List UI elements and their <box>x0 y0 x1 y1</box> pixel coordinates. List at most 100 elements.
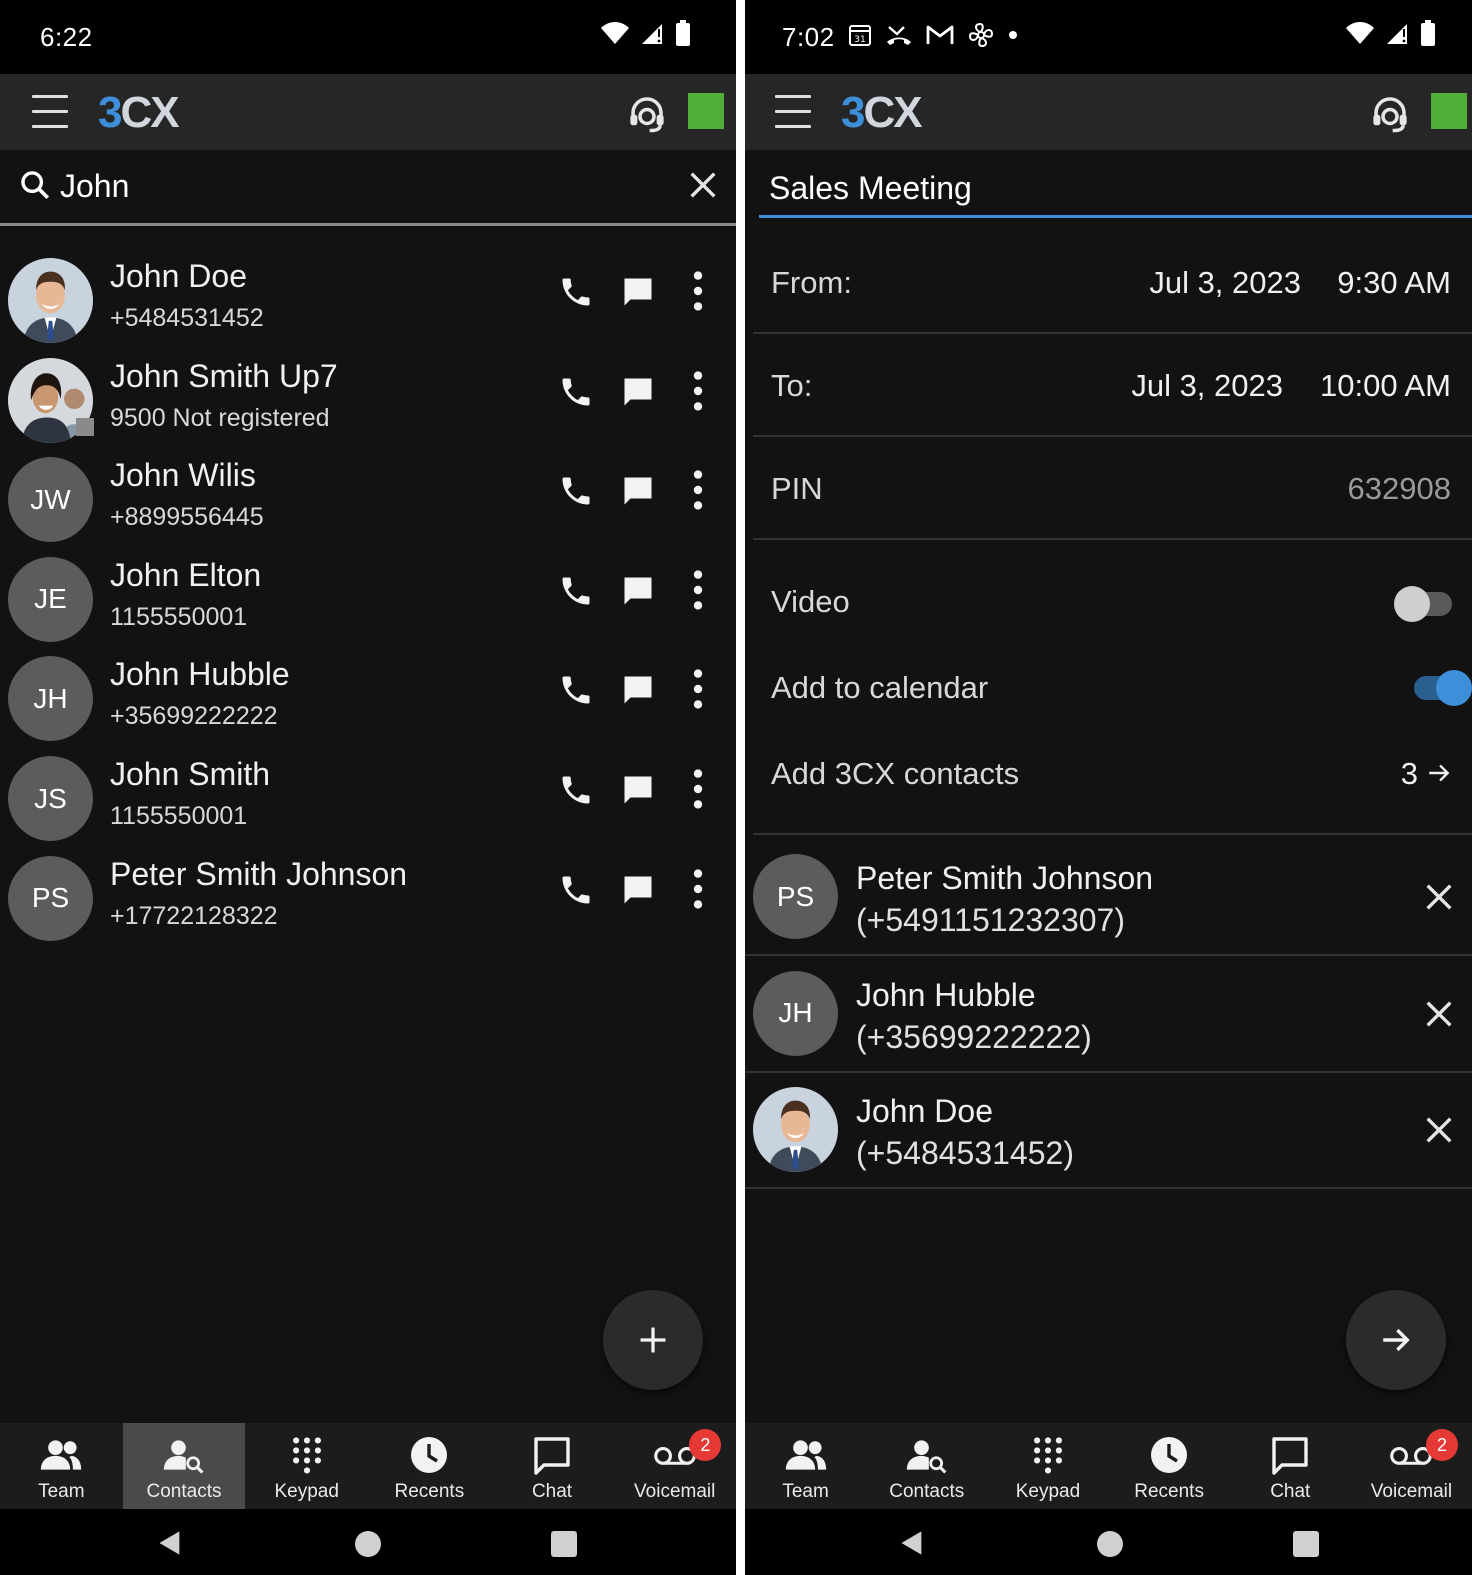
avatar: JS <box>8 756 93 841</box>
contact-name: John Smith Up7 <box>110 357 338 394</box>
fan-icon <box>968 22 994 48</box>
more-notifications-icon <box>1009 31 1017 39</box>
calendar-toggle[interactable] <box>1410 668 1472 708</box>
phone-icon[interactable] <box>558 672 594 708</box>
chat-icon[interactable] <box>620 274 656 310</box>
contact-row[interactable]: John Smith Up7 9500 Not registered <box>0 348 736 447</box>
nav-voicemail[interactable]: Voicemail 2 <box>613 1423 736 1509</box>
app-logo: 3CX <box>98 88 180 137</box>
home-icon[interactable] <box>355 1531 381 1557</box>
status-bar: 6:22 <box>0 0 736 74</box>
contact-row[interactable]: PS Peter Smith Johnson +17722128322 <box>0 846 736 945</box>
nav-recents[interactable]: Recents <box>368 1423 491 1509</box>
calendar-label: Add to calendar <box>771 670 989 705</box>
contact-number: +5484531452 <box>110 304 264 332</box>
contact-photo <box>8 258 93 343</box>
search-bar <box>0 150 736 226</box>
nav-team[interactable]: Team <box>745 1423 866 1509</box>
nav-team[interactable]: Team <box>0 1423 123 1509</box>
nav-keypad[interactable]: Keypad <box>245 1423 368 1509</box>
arrow-right-icon[interactable] <box>1426 760 1452 786</box>
chat-icon[interactable] <box>620 672 656 708</box>
more-vertical-icon[interactable] <box>684 569 712 611</box>
contact-number: +17722128322 <box>110 901 278 930</box>
avatar: JH <box>753 970 838 1056</box>
menu-icon[interactable] <box>32 95 68 129</box>
next-button[interactable] <box>1346 1290 1446 1390</box>
headset-icon[interactable] <box>626 92 668 134</box>
add-contacts-row[interactable]: Add 3CX contacts 3 <box>753 732 1472 818</box>
close-icon[interactable] <box>686 168 720 202</box>
chat-icon[interactable] <box>620 573 656 609</box>
contact-row[interactable]: JW John Wilis +8899556445 <box>0 447 736 546</box>
add-contacts-label: Add 3CX contacts <box>771 756 1020 791</box>
app-bar: 3CX <box>0 74 736 150</box>
gmail-icon <box>926 25 954 44</box>
remove-icon[interactable] <box>1422 997 1456 1031</box>
participant-name: John Doe <box>856 1093 993 1129</box>
video-toggle[interactable] <box>1394 584 1456 624</box>
headset-icon[interactable] <box>1369 92 1411 134</box>
contacts-icon <box>162 1435 206 1475</box>
presence-status[interactable] <box>1431 93 1467 129</box>
phone-icon[interactable] <box>558 374 594 410</box>
home-icon[interactable] <box>1097 1531 1123 1557</box>
contact-row[interactable]: JH John Hubble +35699222222 <box>0 646 736 745</box>
participant-number: (+5484531452) <box>856 1135 1074 1171</box>
add-button[interactable] <box>603 1290 703 1390</box>
nav-contacts[interactable]: Contacts <box>122 1423 246 1509</box>
pin-label: PIN <box>771 471 823 506</box>
phone-icon[interactable] <box>558 473 594 509</box>
avatar: JE <box>8 556 93 642</box>
status-time: 6:22 <box>40 22 93 52</box>
to-date[interactable]: Jul 3, 2023 <box>1131 368 1283 404</box>
menu-icon[interactable] <box>775 95 811 129</box>
video-label: Video <box>771 584 850 619</box>
phone-icon[interactable] <box>558 573 594 609</box>
nav-keypad[interactable]: Keypad <box>987 1423 1108 1509</box>
nav-recents[interactable]: Recents <box>1109 1423 1230 1509</box>
phone-icon[interactable] <box>558 274 594 310</box>
remove-icon[interactable] <box>1422 1113 1456 1147</box>
pin-row[interactable]: PIN 632908 <box>753 437 1472 540</box>
chat-icon <box>530 1435 574 1475</box>
from-row[interactable]: From: Jul 3, 2023 9:30 AM <box>753 231 1472 334</box>
back-icon[interactable] <box>156 1529 184 1557</box>
to-time[interactable]: 10:00 AM <box>1320 368 1451 404</box>
calendar-row: Add to calendar <box>753 646 1472 732</box>
more-vertical-icon[interactable] <box>684 469 712 511</box>
nav-chat[interactable]: Chat <box>491 1423 614 1509</box>
search-input[interactable] <box>60 164 660 208</box>
more-vertical-icon[interactable] <box>684 370 712 412</box>
contact-number: 1155550001 <box>110 802 248 830</box>
phone-icon[interactable] <box>558 772 594 808</box>
chat-icon[interactable] <box>620 772 656 808</box>
status-time: 7:02 <box>782 22 835 52</box>
chat-icon[interactable] <box>620 374 656 410</box>
nav-contacts[interactable]: Contacts <box>866 1423 987 1509</box>
remove-icon[interactable] <box>1422 880 1456 914</box>
recent-apps-icon[interactable] <box>551 1531 577 1557</box>
to-row[interactable]: To: Jul 3, 2023 10:00 AM <box>753 334 1472 437</box>
meeting-title-field[interactable]: Sales Meeting <box>759 160 1472 218</box>
chat-icon[interactable] <box>620 473 656 509</box>
more-vertical-icon[interactable] <box>684 270 712 312</box>
nav-chat[interactable]: Chat <box>1230 1423 1351 1509</box>
phone-icon[interactable] <box>558 872 594 908</box>
more-vertical-icon[interactable] <box>684 668 712 710</box>
back-icon[interactable] <box>898 1529 926 1557</box>
from-date[interactable]: Jul 3, 2023 <box>1149 265 1301 301</box>
more-vertical-icon[interactable] <box>684 768 712 810</box>
chat-icon[interactable] <box>620 872 656 908</box>
team-icon <box>784 1435 828 1475</box>
battery-icon <box>676 20 690 46</box>
contact-row[interactable]: JS John Smith 1155550001 <box>0 746 736 845</box>
more-vertical-icon[interactable] <box>684 868 712 910</box>
recent-apps-icon[interactable] <box>1293 1531 1319 1557</box>
nav-voicemail[interactable]: Voicemail 2 <box>1351 1423 1472 1509</box>
meeting-title: Sales Meeting <box>769 170 972 206</box>
contact-row[interactable]: JE John Elton 1155550001 <box>0 547 736 646</box>
presence-status[interactable] <box>688 93 724 129</box>
from-time[interactable]: 9:30 AM <box>1337 265 1451 301</box>
contact-row[interactable]: John Doe +5484531452 <box>0 248 736 347</box>
